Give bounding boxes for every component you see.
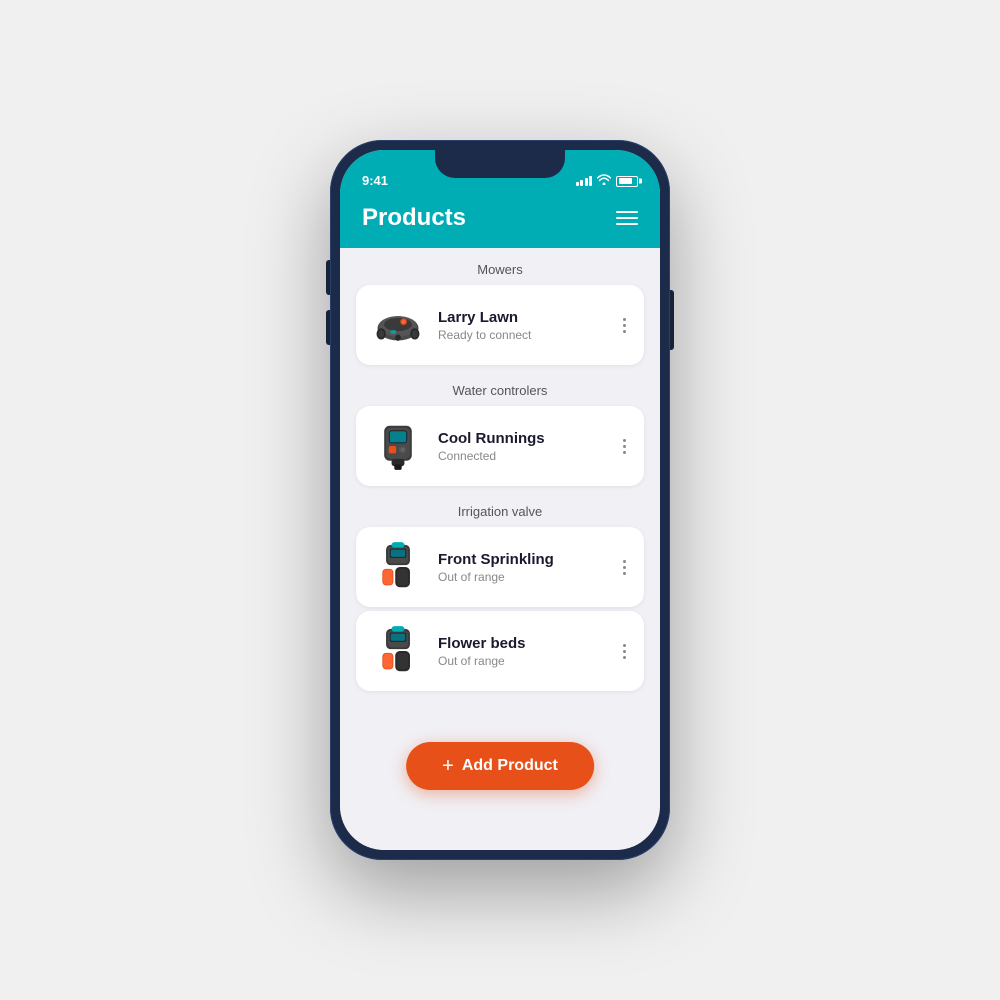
app-header: Products: [340, 194, 660, 248]
more-dot: [623, 656, 626, 659]
notch: [435, 150, 565, 178]
hamburger-line-2: [616, 217, 638, 219]
product-name: Larry Lawn: [438, 309, 607, 326]
product-info: Front Sprinkling Out of range: [438, 551, 607, 584]
menu-button[interactable]: [616, 211, 638, 225]
product-name: Flower beds: [438, 635, 607, 652]
product-image-mower: [370, 297, 426, 353]
more-dot: [623, 451, 626, 454]
volume-down-button: [326, 310, 330, 345]
section-label-irrigation: Irrigation valve: [340, 490, 660, 527]
hamburger-line-1: [616, 211, 638, 213]
add-product-label: Add Product: [462, 757, 558, 775]
product-status: Connected: [438, 449, 607, 463]
status-icons: [576, 174, 639, 188]
more-dot: [623, 644, 626, 647]
more-dot: [623, 330, 626, 333]
page-title: Products: [362, 204, 466, 232]
list-item[interactable]: Front Sprinkling Out of range: [356, 527, 644, 607]
signal-icon: [576, 176, 593, 186]
more-options-button[interactable]: [619, 640, 630, 663]
more-options-button[interactable]: [619, 435, 630, 458]
more-dot: [623, 650, 626, 653]
phone-frame: 9:41: [330, 140, 670, 860]
product-info: Flower beds Out of range: [438, 635, 607, 668]
battery-icon: [616, 176, 638, 187]
power-button: [670, 290, 674, 350]
more-dot: [623, 439, 626, 442]
list-item[interactable]: Larry Lawn Ready to connect: [356, 285, 644, 365]
section-label-water: Water controlers: [340, 369, 660, 406]
list-item[interactable]: Cool Runnings Connected: [356, 406, 644, 486]
more-options-button[interactable]: [619, 314, 630, 337]
product-image-valve-2: [370, 623, 426, 679]
product-info: Cool Runnings Connected: [438, 430, 607, 463]
phone-screen: 9:41: [340, 150, 660, 850]
add-product-button[interactable]: + Add Product: [406, 742, 594, 790]
product-status: Out of range: [438, 654, 607, 668]
product-status: Ready to connect: [438, 328, 607, 342]
wifi-icon: [597, 174, 611, 188]
more-dot: [623, 318, 626, 321]
list-item[interactable]: Flower beds Out of range: [356, 611, 644, 691]
plus-icon: +: [442, 756, 454, 776]
product-info: Larry Lawn Ready to connect: [438, 309, 607, 342]
product-image-water-controller: [370, 418, 426, 474]
more-dot: [623, 324, 626, 327]
hamburger-line-3: [616, 223, 638, 225]
product-image-valve-1: [370, 539, 426, 595]
section-label-mowers: Mowers: [340, 248, 660, 285]
more-dot: [623, 560, 626, 563]
more-dot: [623, 566, 626, 569]
more-dot: [623, 445, 626, 448]
status-time: 9:41: [362, 173, 388, 188]
product-status: Out of range: [438, 570, 607, 584]
volume-up-button: [326, 260, 330, 295]
product-name: Cool Runnings: [438, 430, 607, 447]
more-dot: [623, 572, 626, 575]
product-name: Front Sprinkling: [438, 551, 607, 568]
more-options-button[interactable]: [619, 556, 630, 579]
